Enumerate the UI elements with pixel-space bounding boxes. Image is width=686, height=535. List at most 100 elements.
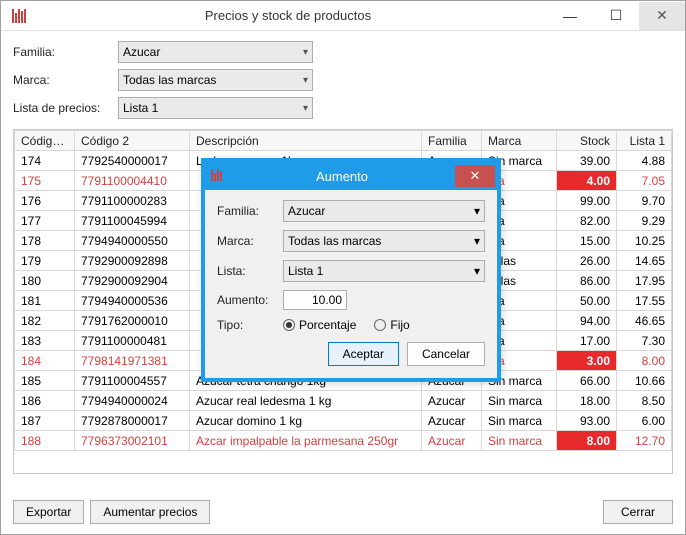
cell-codigo2: 7791100000481 (75, 331, 190, 351)
dlg-tipo-label: Tipo: (217, 318, 283, 332)
cell-codigo2: 7798141971381 (75, 351, 190, 371)
cell-codigo2: 7792900092898 (75, 251, 190, 271)
close-button[interactable]: ✕ (639, 2, 685, 30)
dlg-lista-select[interactable]: Lista 1▾ (283, 260, 485, 282)
dlg-familia-select[interactable]: Azucar▾ (283, 200, 485, 222)
cell-stock: 17.00 (557, 331, 617, 351)
chevron-down-icon: ▾ (303, 75, 308, 86)
chevron-down-icon: ▾ (474, 264, 480, 278)
cell-stock: 39.00 (557, 151, 617, 171)
cell-stock: 86.00 (557, 271, 617, 291)
col-codigo2[interactable]: Código 2 (75, 131, 190, 151)
marca-select[interactable]: Todas las marcas ▾ (118, 69, 313, 91)
exportar-button[interactable]: Exportar (13, 500, 84, 524)
cell-codigo2: 7791762000010 (75, 311, 190, 331)
cell-stock: 26.00 (557, 251, 617, 271)
cell-codigo1: 174 (15, 151, 75, 171)
cell-familia: Azucar (422, 391, 482, 411)
cell-stock: 4.00 (557, 171, 617, 191)
cell-stock: 82.00 (557, 211, 617, 231)
cell-stock: 50.00 (557, 291, 617, 311)
table-row[interactable]: 1867794940000024Azucar real ledesma 1 kg… (15, 391, 672, 411)
table-row[interactable]: 1877792878000017Azucar domino 1 kgAzucar… (15, 411, 672, 431)
minimize-button[interactable]: — (547, 2, 593, 30)
cell-stock: 94.00 (557, 311, 617, 331)
cell-price: 46.65 (617, 311, 672, 331)
cell-codigo1: 184 (15, 351, 75, 371)
dialog-close-button[interactable]: ✕ (455, 165, 495, 187)
cell-codigo1: 176 (15, 191, 75, 211)
cell-stock: 93.00 (557, 411, 617, 431)
chevron-down-icon: ▾ (474, 234, 480, 248)
cell-marca: Sin marca (482, 411, 557, 431)
dialog-titlebar: Aumento ✕ (205, 162, 497, 190)
dialog-body: Familia: Azucar▾ Marca: Todas las marcas… (205, 190, 497, 378)
cell-codigo1: 180 (15, 271, 75, 291)
aumentar-precios-button[interactable]: Aumentar precios (90, 500, 210, 524)
col-familia[interactable]: Familia (422, 131, 482, 151)
lista-select[interactable]: Lista 1 ▾ (118, 97, 313, 119)
cell-codigo1: 187 (15, 411, 75, 431)
cell-price: 8.00 (617, 351, 672, 371)
cell-descripcion: Azucar real ledesma 1 kg (190, 391, 422, 411)
cell-codigo1: 181 (15, 291, 75, 311)
col-codigo1[interactable]: Código 1 (15, 131, 75, 151)
table-row[interactable]: 1887796373002101Azcar impalpable la parm… (15, 431, 672, 451)
dlg-aumento-label: Aumento: (217, 293, 283, 307)
cell-codigo1: 178 (15, 231, 75, 251)
cell-codigo1: 188 (15, 431, 75, 451)
footer-buttons: Exportar Aumentar precios Cerrar (13, 500, 673, 524)
cell-price: 6.00 (617, 411, 672, 431)
cerrar-button[interactable]: Cerrar (603, 500, 673, 524)
cell-stock: 15.00 (557, 231, 617, 251)
col-lista1[interactable]: Lista 1 (617, 131, 672, 151)
cell-price: 9.70 (617, 191, 672, 211)
cell-codigo2: 7794940000536 (75, 291, 190, 311)
cell-familia: Azucar (422, 431, 482, 451)
dlg-marca-select[interactable]: Todas las marcas▾ (283, 230, 485, 252)
cell-familia: Azucar (422, 411, 482, 431)
cell-codigo2: 7794940000550 (75, 231, 190, 251)
col-marca[interactable]: Marca (482, 131, 557, 151)
cell-price: 10.66 (617, 371, 672, 391)
cell-codigo2: 7796373002101 (75, 431, 190, 451)
cell-marca: Sin marca (482, 391, 557, 411)
cell-codigo1: 182 (15, 311, 75, 331)
cell-price: 17.95 (617, 271, 672, 291)
cell-codigo1: 186 (15, 391, 75, 411)
window-title: Precios y stock de productos (29, 8, 547, 23)
cell-codigo2: 7792900092904 (75, 271, 190, 291)
cell-price: 14.65 (617, 251, 672, 271)
cell-codigo2: 7791100000283 (75, 191, 190, 211)
radio-porcentaje[interactable]: Porcentaje (283, 318, 356, 332)
cell-descripcion: Azcar impalpable la parmesana 250gr (190, 431, 422, 451)
cell-price: 9.29 (617, 211, 672, 231)
col-descripcion[interactable]: Descripción (190, 131, 422, 151)
aceptar-button[interactable]: Aceptar (328, 342, 399, 366)
cell-codigo2: 7792540000017 (75, 151, 190, 171)
radio-dot-icon (374, 319, 386, 331)
cancelar-button[interactable]: Cancelar (407, 342, 485, 366)
cell-codigo1: 183 (15, 331, 75, 351)
cell-price: 17.55 (617, 291, 672, 311)
window-controls: — ☐ ✕ (547, 2, 685, 30)
cell-price: 4.88 (617, 151, 672, 171)
radio-fijo[interactable]: Fijo (374, 318, 409, 332)
cell-codigo1: 179 (15, 251, 75, 271)
cell-codigo2: 7791100045994 (75, 211, 190, 231)
aumento-dialog: Aumento ✕ Familia: Azucar▾ Marca: Todas … (201, 158, 501, 382)
cell-codigo2: 7791100004410 (75, 171, 190, 191)
cell-price: 12.70 (617, 431, 672, 451)
cell-price: 7.30 (617, 331, 672, 351)
main-window: Precios y stock de productos — ☐ ✕ Famil… (0, 0, 686, 535)
dlg-aumento-input[interactable] (283, 290, 347, 310)
lista-value: Lista 1 (123, 101, 158, 115)
cell-codigo1: 185 (15, 371, 75, 391)
cell-marca: Sin marca (482, 431, 557, 451)
familia-select[interactable]: Azucar ▾ (118, 41, 313, 63)
cell-price: 10.25 (617, 231, 672, 251)
app-icon (9, 7, 29, 25)
dialog-title: Aumento (229, 169, 455, 184)
maximize-button[interactable]: ☐ (593, 2, 639, 30)
col-stock[interactable]: Stock (557, 131, 617, 151)
